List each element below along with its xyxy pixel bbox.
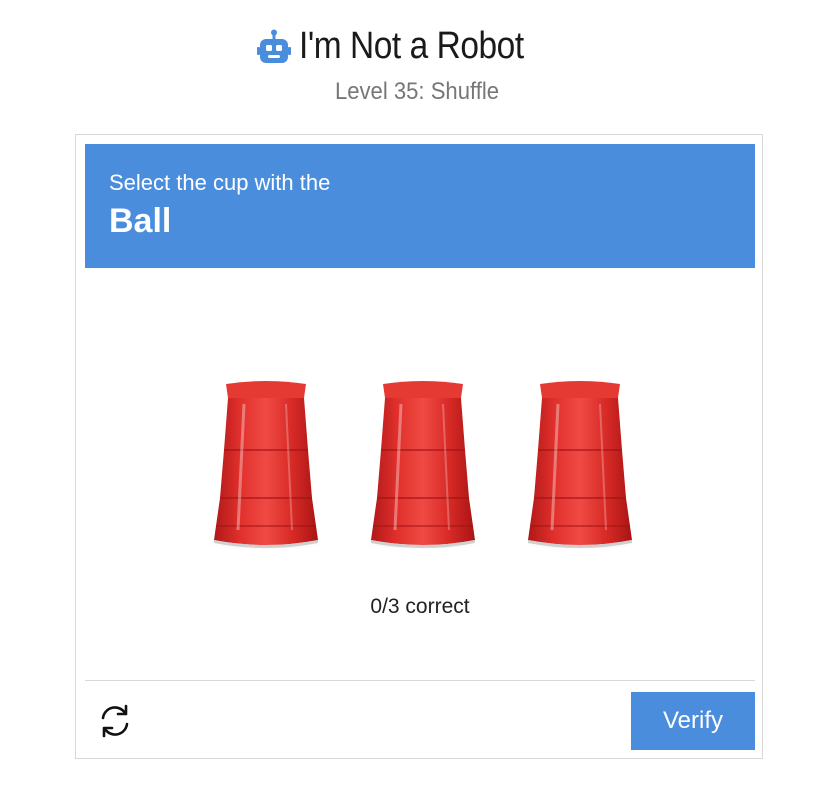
level-subtitle: Level 35: Shuffle [334, 78, 500, 105]
refresh-icon[interactable] [95, 701, 135, 741]
instruction-target: Ball [109, 202, 172, 240]
title-row: I'm Not a Robot [0, 24, 834, 68]
cups-area [76, 370, 764, 560]
page: I'm Not a Robot Level 35: Shuffle Select… [0, 0, 834, 810]
instruction-banner: Select the cup with the Ball [85, 144, 755, 268]
instruction-text: Select the cup with the [109, 170, 331, 195]
cup-3[interactable] [514, 380, 646, 552]
verify-button[interactable]: Verify [631, 692, 755, 750]
robot-icon [257, 29, 291, 63]
cup-1[interactable] [200, 380, 332, 552]
app-title: I'm Not a Robot [299, 24, 524, 67]
footer-divider [85, 680, 755, 681]
captcha-card: Select the cup with the Ball 0/3 correct… [75, 134, 763, 759]
progress-text: 0/3 correct [370, 595, 470, 618]
cup-2[interactable] [357, 380, 489, 552]
